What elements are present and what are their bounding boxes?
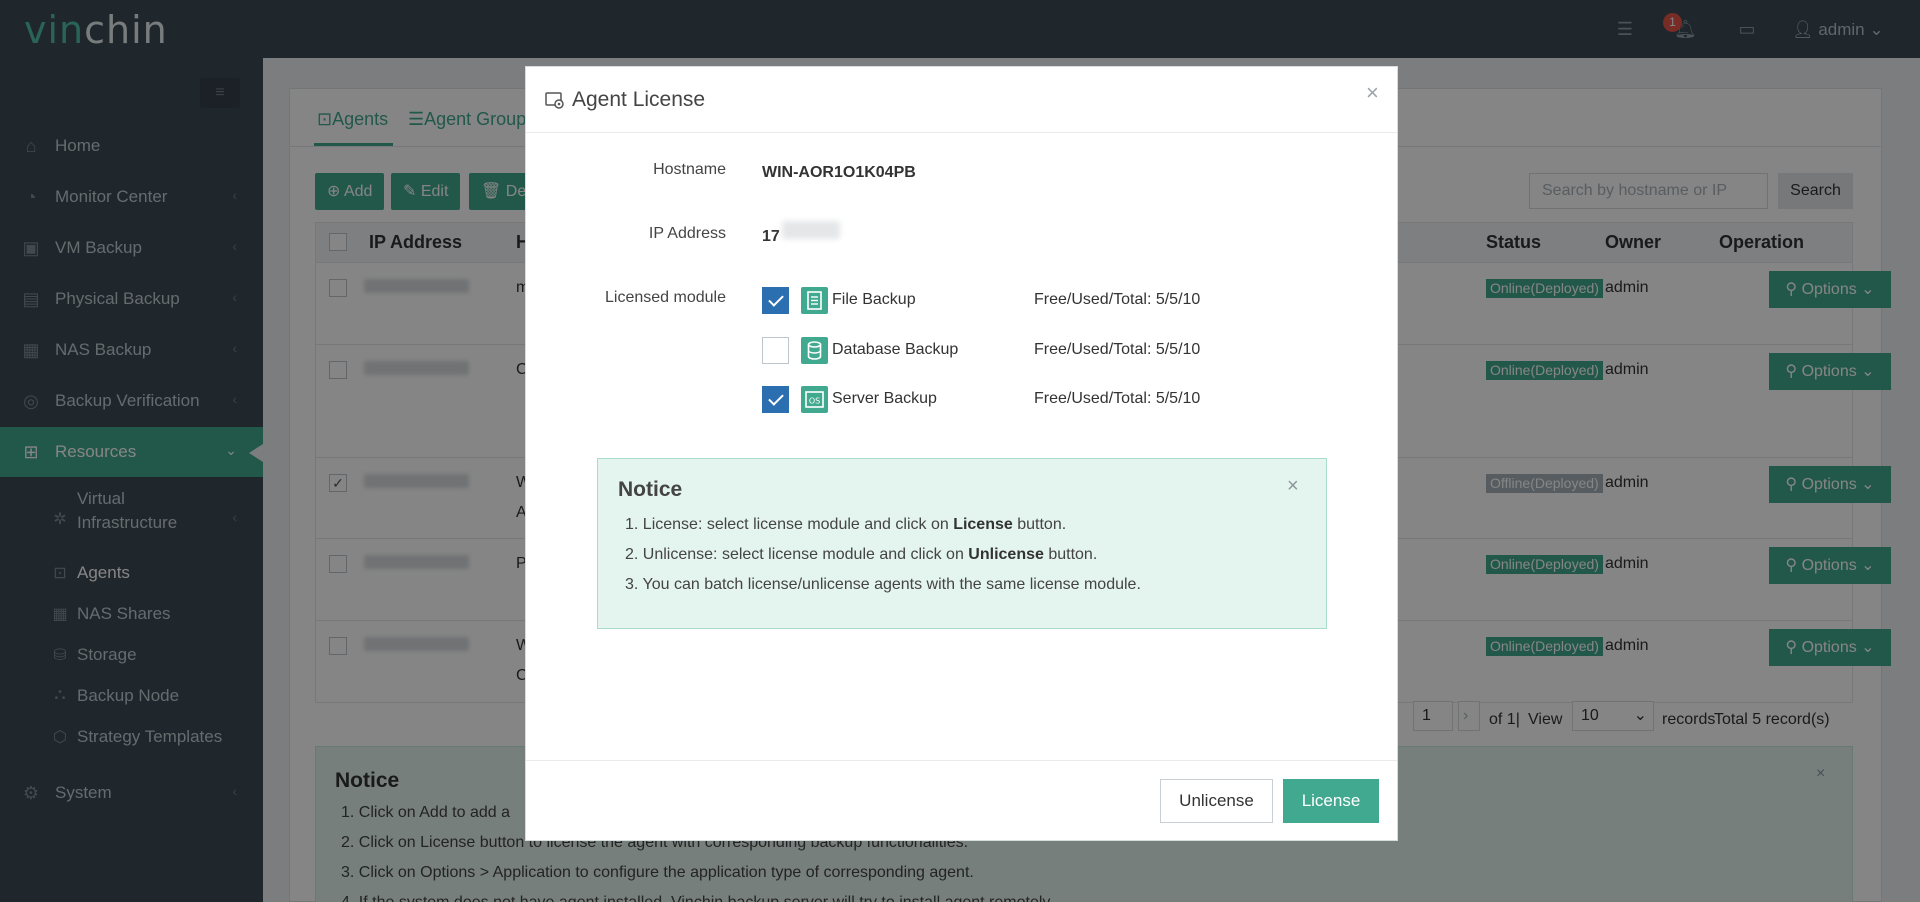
file-icon [801,287,828,314]
os-icon: OS [801,386,828,413]
dialog-footer-divider [526,760,1397,761]
license-button[interactable]: License [1283,779,1379,823]
close-icon[interactable]: × [1366,80,1379,106]
server-backup-label: Server Backup [832,390,937,407]
ip-address-value: 17 [762,228,780,245]
notice-line-unlicense: 2. Unlicense: select license module and … [625,546,1098,563]
file-backup-checkbox[interactable] [762,287,789,314]
hostname-value: WIN-AOR1O1K04PB [762,164,916,181]
hostname-label: Hostname [653,161,726,178]
svg-text:OS: OS [809,397,820,406]
dialog-title: Agent License [572,88,706,111]
database-icon [801,337,828,364]
close-icon[interactable]: × [1287,475,1299,498]
database-backup-stat: Free/Used/Total: 5/5/10 [1034,341,1201,358]
agent-license-dialog: Agent License × Hostname WIN-AOR1O1K04PB… [525,66,1398,841]
file-backup-stat: Free/Used/Total: 5/5/10 [1034,291,1201,308]
license-icon [545,92,564,109]
ip-address-label: IP Address [648,225,726,242]
ip-address-redacted [782,221,840,239]
notice-line-license: 1. License: select license module and cl… [625,516,1067,533]
notice-title: Notice [618,478,683,501]
unlicense-button[interactable]: Unlicense [1160,779,1273,823]
dialog-header: Agent License × [526,67,1397,133]
licensed-module-label: Licensed module [605,289,726,306]
database-backup-checkbox[interactable] [762,337,789,364]
file-backup-label: File Backup [832,291,916,308]
server-backup-stat: Free/Used/Total: 5/5/10 [1034,390,1201,407]
server-backup-checkbox[interactable] [762,386,789,413]
notice-line-batch: 3. You can batch license/unlicense agent… [625,576,1141,593]
database-backup-label: Database Backup [832,341,959,358]
license-notice: Notice × 1. License: select license modu… [597,458,1327,629]
